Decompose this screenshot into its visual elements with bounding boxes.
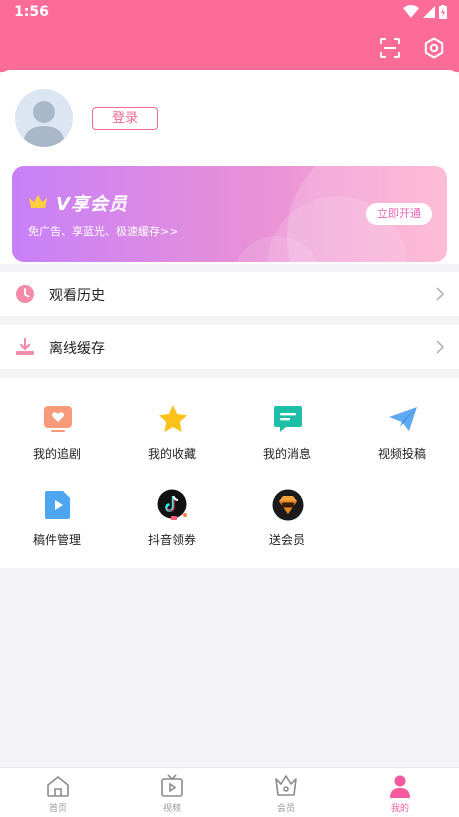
crown-icon	[29, 195, 47, 208]
default-avatar-icon	[23, 101, 65, 147]
app-bar	[0, 26, 459, 72]
settings-button[interactable]	[421, 35, 447, 61]
bottom-tab-bar: 首页 视频 会员 我的	[0, 767, 459, 817]
status-time: 1:56	[14, 4, 49, 20]
star-icon	[159, 405, 187, 432]
message-icon	[274, 406, 302, 432]
vip-open-button[interactable]: 立即开通	[366, 203, 432, 225]
tool-video-upload[interactable]: 视频投稿	[352, 403, 452, 483]
vip-banner[interactable]: V享会员 免广告、享蓝光、极速缓存>> 立即开通	[12, 166, 447, 262]
tab-vip[interactable]: 会员	[229, 768, 343, 817]
tiktok-icon	[157, 489, 187, 520]
tools-grid: 我的追剧 我的收藏 我的消息 视频投稿 稿件管理 抖音领券 送会员	[0, 378, 459, 568]
tool-gift-vip[interactable]: 送会员	[237, 489, 337, 569]
menu-item-offline-cache[interactable]: 离线缓存	[0, 325, 459, 369]
avatar[interactable]	[15, 89, 73, 147]
tool-label: 稿件管理	[32, 533, 81, 547]
gear-icon	[424, 37, 444, 59]
menu-item-history[interactable]: 观看历史	[0, 272, 459, 316]
menu-item-label: 观看历史	[49, 288, 105, 304]
tool-label: 送会员	[268, 533, 305, 547]
crown-icon	[275, 775, 297, 796]
chevron-right-icon	[436, 340, 445, 354]
profile-section: 登录 V享会员 免广告、享蓝光、极速缓存>> 立即开通	[0, 70, 459, 264]
tv-icon	[161, 774, 183, 797]
signal-icon	[423, 6, 435, 18]
heart-tv-icon	[44, 406, 72, 432]
tool-my-series[interactable]: 我的追剧	[7, 403, 107, 483]
tool-label: 视频投稿	[377, 447, 426, 461]
person-icon	[390, 775, 410, 798]
vip-subtitle: 免广告、享蓝光、极速缓存>>	[28, 225, 179, 238]
tool-label: 我的追剧	[32, 447, 81, 461]
wifi-icon	[403, 5, 419, 18]
tool-label: 我的收藏	[147, 447, 196, 461]
tab-label: 首页	[48, 804, 67, 814]
tool-manuscript-manage[interactable]: 稿件管理	[7, 489, 107, 569]
tool-label: 抖音领券	[147, 533, 196, 547]
tab-mine[interactable]: 我的	[343, 768, 457, 817]
video-file-icon	[45, 491, 70, 519]
clock-icon	[16, 285, 34, 303]
home-icon	[47, 775, 69, 797]
tab-video[interactable]: 视频	[115, 768, 229, 817]
chevron-right-icon	[436, 287, 445, 301]
tool-label: 我的消息	[262, 447, 311, 461]
tool-messages[interactable]: 我的消息	[237, 403, 337, 483]
tool-favorites[interactable]: 我的收藏	[122, 403, 222, 483]
paper-plane-icon	[389, 407, 417, 431]
menu-item-label: 离线缓存	[49, 341, 105, 357]
download-icon	[16, 337, 34, 355]
gift-diamond-icon	[272, 489, 304, 521]
tab-home[interactable]: 首页	[1, 768, 115, 817]
scan-button[interactable]	[377, 35, 403, 61]
status-icons	[403, 5, 447, 19]
battery-icon	[439, 5, 447, 19]
vip-title: V享会员	[56, 194, 128, 215]
tab-label: 视频	[162, 804, 181, 814]
tab-label: 会员	[276, 804, 295, 814]
scan-icon	[380, 38, 400, 58]
status-bar: 1:56	[0, 0, 459, 26]
tab-label: 我的	[390, 804, 409, 814]
login-button[interactable]: 登录	[92, 107, 158, 130]
tool-douyin-coupon[interactable]: 抖音领券	[122, 489, 222, 569]
